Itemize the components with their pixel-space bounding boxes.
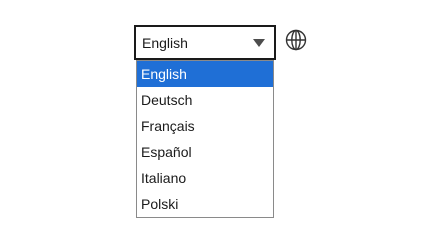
- language-option-francais[interactable]: Français: [137, 113, 273, 139]
- language-options-list: English Deutsch Français Español Italian…: [136, 60, 274, 218]
- language-option-italiano[interactable]: Italiano: [137, 165, 273, 191]
- globe-icon[interactable]: [285, 29, 307, 51]
- language-option-espanol[interactable]: Español: [137, 139, 273, 165]
- language-option-deutsch[interactable]: Deutsch: [137, 87, 273, 113]
- chevron-down-icon: [253, 38, 265, 47]
- language-select-value: English: [142, 34, 188, 51]
- language-option-polski[interactable]: Polski: [137, 191, 273, 217]
- language-select[interactable]: English: [134, 25, 276, 60]
- language-picker: English English Deutsch Français Español…: [0, 0, 421, 247]
- language-option-english[interactable]: English: [137, 61, 273, 87]
